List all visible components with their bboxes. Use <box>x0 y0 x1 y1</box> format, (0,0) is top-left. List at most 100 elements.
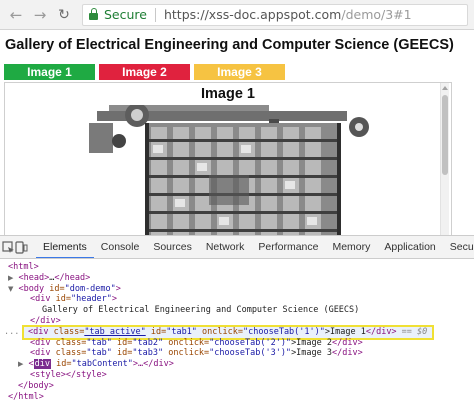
dom-attr-value: "chooseTab('3')" <box>209 348 292 359</box>
dom-attr-value: "tab1" <box>166 326 197 337</box>
dom-node-tabcontent[interactable]: ▶ <div id="tabContent">…</div> <box>0 359 474 370</box>
tab-performance[interactable]: Performance <box>251 236 325 258</box>
tab-memory[interactable]: Memory <box>325 236 377 258</box>
tab-application[interactable]: Application <box>377 236 442 258</box>
dom-tag: </body> <box>18 380 54 391</box>
dom-node-selected-tab1[interactable]: ... <div class="tab active" id="tab1" onc… <box>4 324 434 340</box>
dom-attr-value: "chooseTab('2')" <box>209 337 292 348</box>
dom-text: >Image 2 <box>291 337 333 348</box>
collapse-arrow-icon[interactable]: ▼ <box>8 285 13 293</box>
dom-tag: </div> <box>365 326 397 337</box>
dom-node-tab3[interactable]: <div class="tab" id="tab3" onclick="choo… <box>0 348 474 359</box>
tab-image-3[interactable]: Image 3 <box>194 64 285 80</box>
tab-sources[interactable]: Sources <box>146 236 199 258</box>
dom-attr: id= <box>111 337 133 348</box>
tab-console[interactable]: Console <box>94 236 147 258</box>
lock-icon <box>89 8 98 20</box>
dom-tag: <div <box>30 348 51 359</box>
expand-arrow-icon[interactable]: ▶ <box>18 360 23 368</box>
scroll-thumb[interactable] <box>442 95 448 175</box>
dom-attr-value: "tabContent" <box>71 359 133 370</box>
dom-text: >Image 1 <box>324 326 366 337</box>
dom-attr: onclick= <box>196 326 243 337</box>
devtools-panel: Elements Console Sources Network Perform… <box>0 235 474 414</box>
dom-attr-value: "header" <box>70 294 112 305</box>
difference-engine-image <box>89 105 369 235</box>
dom-tag: > <box>111 294 118 305</box>
secure-label: Secure <box>104 7 147 22</box>
expand-arrow-icon[interactable]: ▶ <box>8 274 13 282</box>
dom-tag: >…</div> <box>132 359 174 370</box>
dom-tag: <div <box>30 337 51 348</box>
tab-image-1[interactable]: Image 1 <box>4 64 95 80</box>
dom-tag: </div> <box>332 348 363 359</box>
dom-tag: </html> <box>8 391 44 402</box>
url-path: /demo/3#1 <box>341 7 412 22</box>
dom-attr-value: "dom-demo" <box>64 283 116 294</box>
tab-security[interactable]: Security <box>443 236 474 258</box>
dom-attr: id= <box>50 294 71 305</box>
dom-attr-value: "tab" <box>86 337 112 348</box>
dom-attr: class= <box>50 337 87 348</box>
url-text: https://xss-doc.appspot.com/demo/3#1 <box>164 7 412 22</box>
dom-node-head[interactable]: ▶ <head>…</head> <box>0 273 474 284</box>
dom-attr-value: "tab active" <box>84 326 146 337</box>
forward-arrow-icon[interactable]: → <box>30 5 50 25</box>
dom-text: >Image 3 <box>291 348 333 359</box>
dom-attr-value: "tab" <box>86 348 112 359</box>
dom-node-close-div[interactable]: </div> <box>0 316 474 327</box>
dom-gutter-dots: ... <box>4 326 20 337</box>
address-separator <box>154 7 156 22</box>
devtools-tab-bar: Elements Console Sources Network Perform… <box>0 236 474 259</box>
page-title: Gallery of Electrical Engineering and Co… <box>5 37 454 53</box>
dom-tag: <style></style> <box>30 369 107 380</box>
dom-node-html-close[interactable]: </html> <box>0 392 474 403</box>
web-page: Gallery of Electrical Engineering and Co… <box>0 31 474 235</box>
content-heading: Image 1 <box>201 86 255 102</box>
reload-icon[interactable]: ↻ <box>54 5 74 25</box>
dom-attr: class= <box>48 326 85 337</box>
dom-node-body[interactable]: ▼ <body id="dom-demo"> <box>0 284 474 295</box>
dom-attr-value: "chooseTab('1')" <box>243 326 325 337</box>
dom-node-header-div[interactable]: <div id="header"> <box>0 294 474 305</box>
dom-attr-value: "tab2" <box>132 337 164 348</box>
dom-selected-marker: == $0 <box>396 326 428 337</box>
dom-node-body-close[interactable]: </body> <box>0 381 474 392</box>
device-toolbar-icon[interactable] <box>15 237 28 257</box>
dom-tag: </div> <box>30 315 61 326</box>
dom-tag: > <box>115 283 121 294</box>
dom-attr: onclick= <box>163 348 210 359</box>
dom-node-html[interactable]: <html> <box>0 262 474 273</box>
dom-tag: <div <box>28 326 49 337</box>
dom-attr-value: "tab3" <box>132 348 164 359</box>
browser-toolbar: ← → ↻ Secure https://xss-doc.appspot.com… <box>0 0 474 30</box>
inspect-element-icon[interactable] <box>2 237 15 257</box>
dom-attr: id= <box>111 348 133 359</box>
address-bar[interactable]: Secure https://xss-doc.appspot.com/demo/… <box>82 3 468 26</box>
dom-text-node[interactable]: Gallery of Electrical Engineering and Co… <box>0 305 474 316</box>
dom-tag: <html> <box>8 262 39 272</box>
dom-tag-highlight: div <box>33 359 51 370</box>
dom-attr: id= <box>51 359 72 370</box>
tab-content: Image 1 <box>4 82 452 235</box>
dom-attr: onclick= <box>163 337 210 348</box>
dom-tag: </div> <box>332 337 363 348</box>
dom-tag: <body <box>18 283 45 294</box>
dom-text: Gallery of Electrical Engineering and Co… <box>42 305 360 316</box>
tab-elements[interactable]: Elements <box>36 236 94 258</box>
tab-network[interactable]: Network <box>199 236 252 258</box>
dom-attr: id= <box>145 326 167 337</box>
content-scrollbar[interactable] <box>440 83 449 235</box>
back-arrow-icon[interactable]: ← <box>6 5 26 25</box>
tab-image-2[interactable]: Image 2 <box>99 64 190 80</box>
dom-tag: <head> <box>18 272 50 283</box>
dom-attr: class= <box>50 348 87 359</box>
dom-tag: </head> <box>54 272 91 283</box>
dom-attr: id= <box>44 283 65 294</box>
url-host: https://xss-doc.appspot.com <box>163 7 342 22</box>
dom-node-tab2[interactable]: <div class="tab" id="tab2" onclick="choo… <box>0 338 474 349</box>
dom-node-style[interactable]: <style></style> <box>0 370 474 381</box>
dom-tag: < <box>28 359 34 370</box>
scroll-up-arrow-icon[interactable] <box>442 86 448 90</box>
dom-tree: <html> ▶ <head>…</head> ▼ <body id="dom-… <box>0 260 474 415</box>
